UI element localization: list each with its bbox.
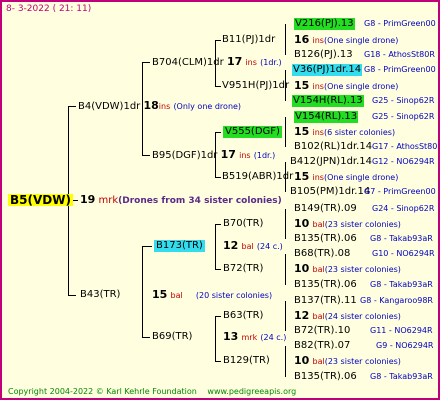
tree-line [142, 246, 152, 247]
gen3-v555-count: 15 ins(6 sister colonies) [294, 125, 396, 138]
gen4-name[interactable]: B135(TR).06 [294, 233, 357, 245]
gen4-name[interactable]: V216(PJ).13 [294, 18, 355, 30]
tree-line [215, 316, 221, 317]
gen1-b43[interactable]: B43(TR) [80, 289, 120, 301]
gen4-breeder: G8 - Kangaroo98R [360, 296, 433, 305]
gen4-name[interactable]: B82(TR).07 [294, 340, 350, 352]
gen4-name[interactable]: B105(PM)1dr.14 [290, 186, 370, 198]
gen4-breeder: G8 - Takab93aR [370, 372, 433, 381]
tree-line [285, 209, 286, 239]
gen4-name[interactable]: B149(TR).09 [294, 203, 357, 215]
gen3-b72[interactable]: B72(TR) [223, 263, 263, 275]
footer-site-link[interactable]: www.pedigreeapis.org [207, 387, 296, 396]
queen-name[interactable]: B5(VDW) [8, 194, 73, 206]
tree-line [68, 295, 76, 296]
date-stamp: 8- 3-2022 ( 21: 11) [6, 4, 92, 14]
tree-line [285, 254, 286, 285]
gen4-name[interactable]: B68(TR).08 [294, 248, 350, 260]
gen3-b63[interactable]: B63(TR) [223, 310, 263, 322]
gen3-b11-count: 16 ins(One single drone) [294, 33, 399, 46]
gen3-b70[interactable]: B70(TR) [223, 218, 263, 230]
gen4-breeder: G25 - Sinop62R [372, 112, 435, 121]
gen3-v555[interactable]: V555(DGF) [223, 126, 282, 138]
gen4-breeder: G8 - PrimGreen00 [364, 65, 436, 74]
gen3-v951h-count: 15 ins(One single drone) [294, 79, 399, 92]
pedigree-chart: 8- 3-2022 ( 21: 11) B5(VDW) 19 mrk(Drone… [0, 0, 440, 400]
gen3-b72-count: 10 bal(23 sister colonies) [294, 262, 401, 275]
gen4-breeder: G11 - NO6294R [370, 326, 433, 335]
gen4-breeder: G24 - Sinop62R [372, 204, 435, 213]
queen-count-label: 19 mrk(Drones from 34 sister colonies) [80, 193, 282, 207]
gen4-breeder: G9 - NO6294R [376, 341, 434, 350]
tree-line [285, 117, 286, 147]
gen4-name[interactable]: B412(JPN)1dr.14 [290, 156, 372, 168]
tree-line [142, 155, 150, 156]
tree-line [142, 246, 143, 338]
gen4-name[interactable]: B135(TR).06 [294, 371, 357, 383]
tree-line [285, 346, 286, 377]
gen3-b11[interactable]: B11(PJ)1dr [222, 34, 275, 46]
gen2-b69-count: 13 mrk (24 c.) [223, 330, 287, 343]
gen3-b519-count: 15 ins(One single drone) [294, 170, 399, 183]
tree-line [215, 224, 216, 270]
tree-line [142, 62, 150, 63]
footer-copyright: Copyright 2004-2022 © Karl Kehrle Founda… [8, 387, 297, 396]
gen4-breeder: G8 - Takab93aR [370, 280, 433, 289]
gen1-b4: B4(VDW)1dr 18ins (Only one drone) [78, 99, 242, 113]
gen4-name[interactable]: B126(PJ).13 [294, 49, 353, 61]
tree-line [215, 224, 221, 225]
gen2-b95: B95(DGF)1dr 17 ins (1dr.) [152, 148, 276, 162]
tree-line [215, 361, 221, 362]
gen4-breeder: G8 - Takab93aR [370, 234, 433, 243]
gen4-name[interactable]: V154(RL).13 [294, 111, 359, 123]
gen4-breeder: G18 - AthosSt80R [364, 50, 435, 59]
gen4-name[interactable]: V36(PJ)1dr.14 [292, 64, 363, 76]
gen3-b63-count: 12 bal(24 sister colonies) [294, 309, 401, 322]
tree-line [285, 24, 286, 55]
gen4-breeder: G17 - AthosSt80R [372, 142, 440, 151]
gen1-b43-count: 15 bal (20 sister colonies) [152, 288, 273, 301]
gen3-v951h[interactable]: V951H(PJ)1dr [222, 80, 289, 92]
tree-line [68, 106, 76, 107]
gen2-b704: B704(CLM)1dr 17 ins (1dr.) [152, 55, 282, 69]
gen4-name[interactable]: B102(RL)1dr.14 [294, 141, 372, 153]
gen4-breeder: G12 - NO6294R [372, 157, 435, 166]
tree-line [215, 40, 221, 41]
gen4-name[interactable]: V154H(RL).13 [292, 95, 364, 107]
gen4-name[interactable]: B72(TR).10 [294, 325, 350, 337]
gen3-b129-count: 10 bal(23 sister colonies) [294, 354, 401, 367]
gen2-b173-count: 12 bal (24 c.) [223, 239, 283, 252]
gen2-b173[interactable]: B173(TR) [154, 240, 205, 252]
gen3-b519[interactable]: B519(ABR)1dr [222, 171, 293, 183]
gen4-breeder: G8 - PrimGreen00 [364, 19, 436, 28]
tree-line [215, 86, 221, 87]
gen4-breeder: G10 - NO6294R [372, 249, 435, 258]
gen4-breeder: G25 - Sinop62R [372, 96, 435, 105]
tree-line [285, 301, 286, 331]
tree-line [215, 177, 221, 178]
tree-line [215, 316, 216, 362]
gen4-name[interactable]: B135(TR).06 [294, 279, 357, 291]
tree-line [215, 269, 221, 270]
gen2-b69[interactable]: B69(TR) [152, 331, 192, 343]
gen4-name[interactable]: B137(TR).11 [294, 295, 357, 307]
gen3-b70-count: 10 bal(23 sister colonies) [294, 217, 401, 230]
gen3-b129[interactable]: B129(TR) [223, 355, 270, 367]
tree-line [215, 132, 221, 133]
tree-line [142, 337, 150, 338]
gen4-breeder: G7 - PrimGreen00 [364, 187, 436, 196]
